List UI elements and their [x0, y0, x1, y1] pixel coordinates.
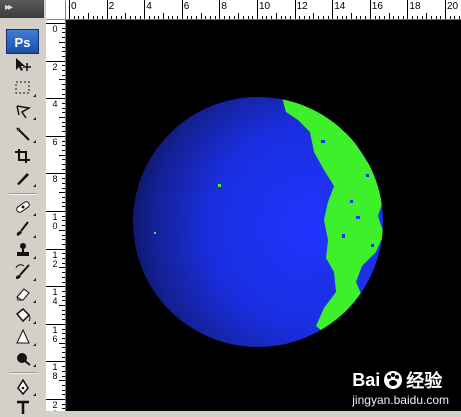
- move-tool[interactable]: [8, 55, 38, 75]
- photoshop-logo[interactable]: Ps: [6, 29, 39, 54]
- type-tool[interactable]: [8, 397, 38, 417]
- move-icon: [16, 58, 31, 71]
- crop-icon: [15, 149, 30, 163]
- marquee-icon: [15, 81, 30, 94]
- watermark-url: jingyan.baidu.com: [352, 393, 449, 407]
- ruler-label: 8: [221, 1, 227, 12]
- ruler-label: 0: [52, 24, 58, 34]
- slice-icon: [17, 173, 29, 185]
- ruler-label: 2: [108, 1, 115, 12]
- ruler-label: 12: [296, 1, 308, 12]
- ruler-label: 18: [52, 362, 58, 382]
- ruler-label: 14: [334, 1, 346, 12]
- pen-icon: [17, 379, 29, 395]
- collapse-icon[interactable]: ▸▸: [5, 2, 13, 13]
- watermark-brand: Bai: [352, 369, 381, 390]
- brush-icon: [16, 221, 29, 236]
- dodge-icon: [17, 353, 31, 366]
- eraser-tool[interactable]: [8, 284, 38, 304]
- bandage-icon: [16, 201, 30, 213]
- ruler-label: 20: [52, 400, 58, 412]
- stamp-icon: [17, 243, 29, 256]
- ruler-origin[interactable]: [46, 0, 66, 20]
- clone-stamp-tool[interactable]: [8, 240, 38, 260]
- bucket-icon: [15, 307, 31, 323]
- horizontal-ruler[interactable]: 0 2 4 6 8 10 12 14 16 18 20: [66, 0, 461, 20]
- toolbox: ▸▸ Ps: [0, 0, 45, 414]
- crop-tool[interactable]: [8, 146, 38, 166]
- baidu-watermark: Bai 经验 jingyan.baidu.com: [352, 367, 453, 408]
- watermark-brand-suffix: 经验: [406, 371, 443, 391]
- ruler-label: 14: [52, 287, 58, 307]
- marquee-tool[interactable]: [8, 78, 38, 98]
- history-brush-icon: [15, 264, 30, 279]
- ruler-label: 12: [52, 249, 58, 269]
- type-icon: [17, 400, 29, 414]
- ruler-label: 8: [52, 174, 58, 185]
- brush-tool[interactable]: [8, 219, 38, 239]
- ruler-label: 18: [409, 1, 421, 12]
- ruler-label: 16: [371, 1, 383, 12]
- ruler-label: 10: [259, 1, 271, 12]
- magic-wand-icon: [16, 127, 30, 141]
- lasso-tool[interactable]: [8, 101, 38, 121]
- eraser-icon: [16, 288, 30, 301]
- pen-tool[interactable]: [8, 377, 38, 397]
- ruler-label: 6: [183, 1, 190, 12]
- ruler-label: 10: [52, 212, 58, 231]
- blur-icon: [16, 329, 30, 344]
- ruler-label: 4: [146, 1, 152, 12]
- ruler-label: 4: [52, 99, 58, 110]
- toolbox-grip[interactable]: ▸▸: [0, 0, 44, 18]
- ruler-label: 6: [52, 136, 58, 147]
- lasso-icon: [16, 105, 32, 119]
- blur-tool[interactable]: [8, 327, 38, 347]
- dodge-tool[interactable]: [8, 348, 38, 368]
- history-brush-tool[interactable]: [8, 262, 38, 282]
- globe-image: [133, 97, 383, 347]
- healing-brush-tool[interactable]: [8, 197, 38, 217]
- image-canvas[interactable]: Bai 经验 jingyan.baidu.com: [66, 20, 461, 411]
- magic-wand-tool[interactable]: [8, 124, 38, 144]
- paw-icon: [384, 371, 403, 389]
- ruler-label: 2: [52, 61, 58, 72]
- paint-bucket-tool[interactable]: [8, 305, 38, 325]
- ruler-label: 0: [71, 1, 77, 12]
- ruler-label: 16: [52, 324, 58, 344]
- slice-tool[interactable]: [8, 168, 38, 188]
- ruler-label: 20: [447, 1, 459, 12]
- vertical-ruler[interactable]: 0 2 4 6 8 10 12 14 16 18 20: [46, 20, 66, 411]
